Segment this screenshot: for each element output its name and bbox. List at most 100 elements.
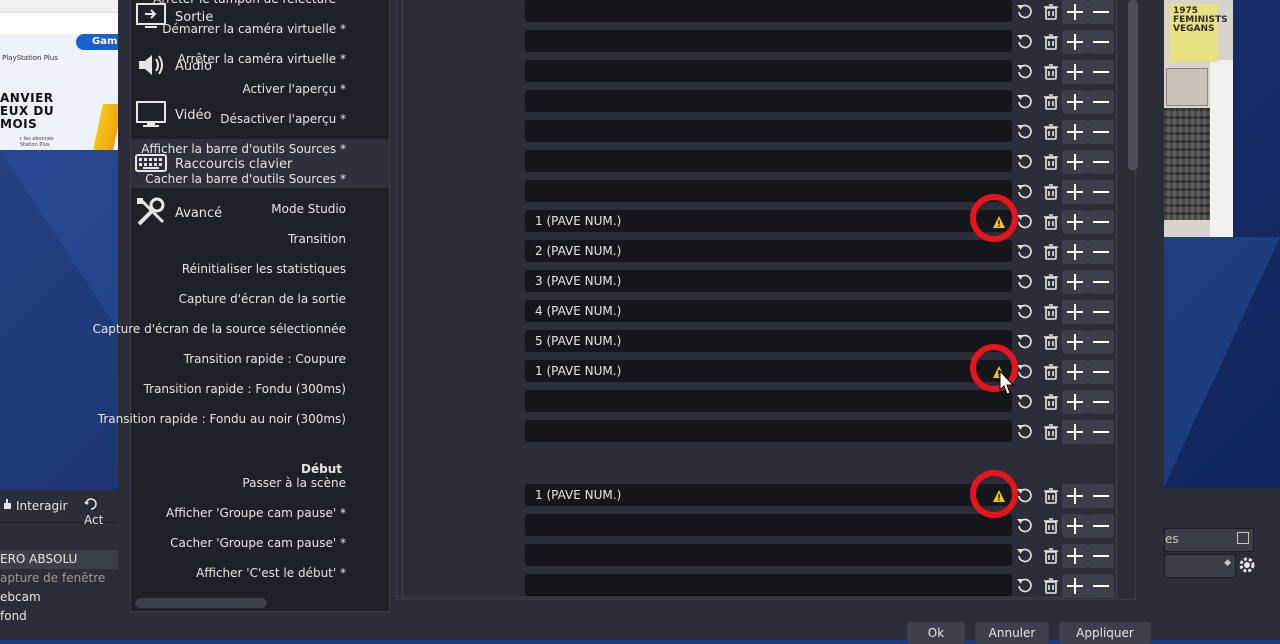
minus-icon[interactable]	[1090, 391, 1112, 413]
ok-button[interactable]: Ok	[907, 622, 965, 644]
hotkey-input[interactable]: 3 (PAVE NUM.)	[525, 270, 1012, 292]
cancel-button[interactable]: Annuler	[975, 622, 1049, 644]
plus-icon[interactable]	[1064, 515, 1086, 537]
trash-icon[interactable]	[1040, 361, 1062, 383]
reset-icon[interactable]	[1013, 331, 1035, 353]
reset-icon[interactable]	[1013, 241, 1035, 263]
hotkeys-scrollbar[interactable]	[1128, 0, 1138, 170]
float-icon[interactable]	[1237, 532, 1249, 544]
trash-icon[interactable]	[1040, 271, 1062, 293]
trash-icon[interactable]	[1040, 575, 1062, 597]
hotkey-input[interactable]	[525, 30, 1012, 52]
minus-icon[interactable]	[1090, 1, 1112, 23]
hotkey-input[interactable]	[525, 544, 1012, 566]
trash-icon[interactable]	[1040, 121, 1062, 143]
reset-icon[interactable]	[1013, 91, 1035, 113]
minus-icon[interactable]	[1090, 361, 1112, 383]
reset-icon[interactable]	[1013, 181, 1035, 203]
plus-icon[interactable]	[1064, 575, 1086, 597]
plus-icon[interactable]	[1064, 121, 1086, 143]
hotkey-input[interactable]: 1 (PAVE NUM.)	[525, 360, 1012, 382]
reset-icon[interactable]	[1013, 545, 1035, 567]
reset-icon[interactable]	[1013, 421, 1035, 443]
refresh-button[interactable]: Act	[84, 498, 118, 527]
reset-icon[interactable]	[1013, 515, 1035, 537]
hotkey-input[interactable]: 4 (PAVE NUM.)	[525, 300, 1012, 322]
trash-icon[interactable]	[1040, 1, 1062, 23]
plus-icon[interactable]	[1064, 151, 1086, 173]
minus-icon[interactable]	[1090, 545, 1112, 567]
plus-icon[interactable]	[1064, 485, 1086, 507]
plus-icon[interactable]	[1064, 241, 1086, 263]
apply-button[interactable]: Appliquer	[1059, 622, 1151, 644]
minus-icon[interactable]	[1090, 181, 1112, 203]
plus-icon[interactable]	[1064, 391, 1086, 413]
trash-icon[interactable]	[1040, 61, 1062, 83]
panel-select[interactable]: ◆	[1164, 554, 1236, 578]
hotkey-input[interactable]: 1 (PAVE NUM.)	[525, 484, 1012, 506]
trash-icon[interactable]	[1040, 421, 1062, 443]
hotkey-input[interactable]	[525, 90, 1012, 112]
plus-icon[interactable]	[1064, 181, 1086, 203]
plus-icon[interactable]	[1064, 331, 1086, 353]
hotkey-input[interactable]	[525, 514, 1012, 536]
plus-icon[interactable]	[1064, 91, 1086, 113]
minus-icon[interactable]	[1090, 575, 1112, 597]
hotkey-input[interactable]	[525, 60, 1012, 82]
source-item[interactable]: fond	[0, 607, 118, 626]
hotkey-input[interactable]: 2 (PAVE NUM.)	[525, 240, 1012, 262]
minus-icon[interactable]	[1090, 241, 1112, 263]
source-item[interactable]: ERO ABSOLU	[0, 550, 118, 569]
plus-icon[interactable]	[1064, 271, 1086, 293]
hotkey-input[interactable]	[525, 120, 1012, 142]
minus-icon[interactable]	[1090, 211, 1112, 233]
minus-icon[interactable]	[1090, 421, 1112, 443]
plus-icon[interactable]	[1064, 31, 1086, 53]
hotkey-input[interactable]: 1 (PAVE NUM.)	[525, 210, 1012, 232]
minus-icon[interactable]	[1090, 121, 1112, 143]
reset-icon[interactable]	[1013, 61, 1035, 83]
minus-icon[interactable]	[1090, 151, 1112, 173]
hotkey-input[interactable]	[525, 0, 1012, 22]
minus-icon[interactable]	[1090, 331, 1112, 353]
plus-icon[interactable]	[1064, 301, 1086, 323]
hotkey-input[interactable]	[525, 390, 1012, 412]
hotkey-input[interactable]	[525, 420, 1012, 442]
trash-icon[interactable]	[1040, 211, 1062, 233]
minus-icon[interactable]	[1090, 61, 1112, 83]
trash-icon[interactable]	[1040, 91, 1062, 113]
reset-icon[interactable]	[1013, 151, 1035, 173]
reset-icon[interactable]	[1013, 391, 1035, 413]
minus-icon[interactable]	[1090, 31, 1112, 53]
promo-button[interactable]: Gam	[76, 34, 118, 50]
trash-icon[interactable]	[1040, 31, 1062, 53]
hotkey-input[interactable]	[525, 574, 1012, 596]
trash-icon[interactable]	[1040, 151, 1062, 173]
plus-icon[interactable]	[1064, 361, 1086, 383]
hotkey-input[interactable]	[525, 150, 1012, 172]
reset-icon[interactable]	[1013, 575, 1035, 597]
reset-icon[interactable]	[1013, 121, 1035, 143]
gear-icon[interactable]	[1236, 554, 1262, 578]
minus-icon[interactable]	[1090, 271, 1112, 293]
trash-icon[interactable]	[1040, 515, 1062, 537]
minus-icon[interactable]	[1090, 515, 1112, 537]
reset-icon[interactable]	[1013, 31, 1035, 53]
minus-icon[interactable]	[1090, 91, 1112, 113]
trash-icon[interactable]	[1040, 301, 1062, 323]
plus-icon[interactable]	[1064, 61, 1086, 83]
trash-icon[interactable]	[1040, 391, 1062, 413]
trash-icon[interactable]	[1040, 331, 1062, 353]
trash-icon[interactable]	[1040, 241, 1062, 263]
plus-icon[interactable]	[1064, 1, 1086, 23]
hotkey-input[interactable]	[525, 180, 1012, 202]
trash-icon[interactable]	[1040, 485, 1062, 507]
trash-icon[interactable]	[1040, 181, 1062, 203]
plus-icon[interactable]	[1064, 211, 1086, 233]
source-item[interactable]: ebcam	[0, 588, 118, 607]
interact-button[interactable]: Interagir	[0, 498, 67, 513]
minus-icon[interactable]	[1090, 485, 1112, 507]
reset-icon[interactable]	[1013, 271, 1035, 293]
trash-icon[interactable]	[1040, 545, 1062, 567]
reset-icon[interactable]	[1013, 1, 1035, 23]
